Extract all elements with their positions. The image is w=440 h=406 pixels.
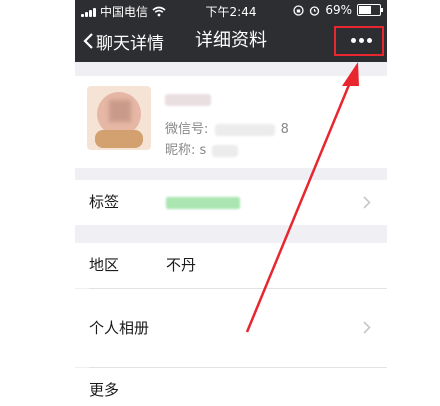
region-value: 不丹	[166, 256, 197, 274]
display-name-redacted	[165, 94, 211, 106]
wechat-id-redacted	[214, 123, 275, 136]
phone-screen: 中国电信 下午2:44 69% 聊天详情 详细资料 微信号: 8 昵称: s 标…	[75, 0, 387, 406]
album-label: 个人相册	[89, 319, 150, 337]
region-row: 地区 不丹	[75, 243, 387, 288]
back-label: 聊天详情	[96, 33, 164, 54]
alarm-icon	[310, 5, 320, 16]
more-dots-icon	[350, 37, 372, 43]
tags-value-redacted	[166, 197, 240, 209]
chevron-right-icon	[363, 321, 371, 334]
tags-row[interactable]: 标签	[75, 180, 387, 225]
nickname-label: 昵称:	[165, 143, 196, 158]
album-row[interactable]: 个人相册	[75, 289, 387, 367]
chevron-left-icon	[83, 33, 93, 49]
more-label: 更多	[89, 381, 120, 399]
more-row[interactable]: 更多	[75, 368, 387, 406]
nickname: 昵称: s	[165, 139, 240, 158]
rotation-lock-icon	[293, 4, 304, 16]
wechat-id-suffix: 8	[280, 122, 289, 137]
battery-icon	[357, 4, 383, 16]
more-options-button[interactable]	[341, 26, 381, 54]
back-button[interactable]: 聊天详情	[83, 20, 164, 62]
chevron-right-icon	[363, 196, 371, 209]
region-label: 地区	[89, 256, 120, 274]
avatar[interactable]	[87, 86, 151, 150]
nickname-redacted	[212, 144, 239, 157]
nickname-partial: s	[199, 143, 207, 158]
tags-label: 标签	[89, 193, 120, 211]
navigation-bar: 聊天详情 详细资料	[75, 20, 387, 62]
wechat-id-label: 微信号:	[165, 122, 209, 137]
battery-fill	[359, 6, 372, 14]
battery-percent: 69%	[325, 3, 352, 17]
status-right: 69%	[293, 3, 383, 17]
wechat-id: 微信号: 8	[165, 118, 289, 137]
profile-card[interactable]: 微信号: 8 昵称: s	[75, 76, 387, 168]
status-bar: 中国电信 下午2:44 69%	[75, 0, 387, 20]
